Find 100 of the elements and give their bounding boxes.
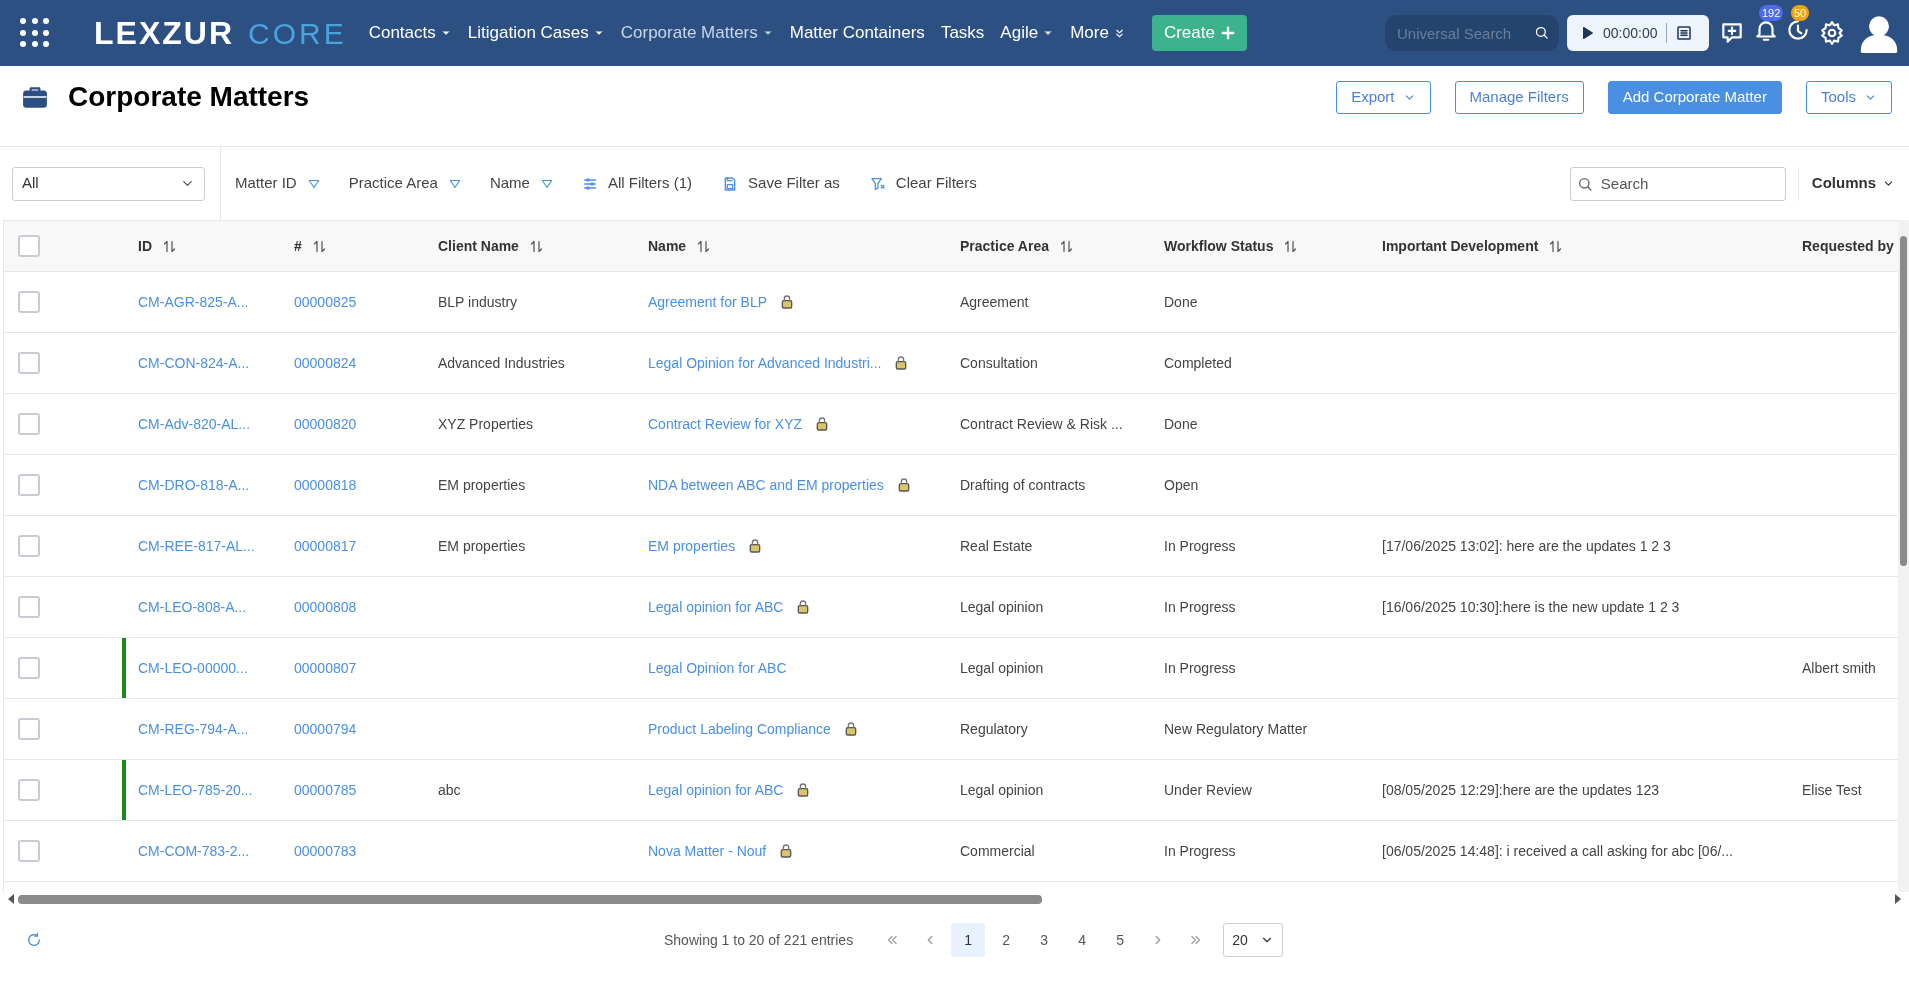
nav-menu-item[interactable]: Litigation Cases <box>459 20 613 46</box>
checkbox[interactable] <box>18 596 40 618</box>
matter-number-link[interactable]: 00000825 <box>294 293 357 310</box>
matter-id-link[interactable]: CM-LEO-785-20... <box>138 781 253 798</box>
column-header[interactable]: Workflow Status <box>1164 235 1274 257</box>
dropdown-button[interactable]: Tools <box>1805 80 1892 114</box>
apps-grid-icon[interactable] <box>20 18 50 48</box>
page-size-select[interactable]: 20 <box>1223 923 1284 957</box>
matter-number-link[interactable]: 00000783 <box>294 842 357 859</box>
sort-icon[interactable] <box>696 238 712 254</box>
universal-search-field[interactable]: Universal Search <box>1385 15 1559 51</box>
column-header[interactable]: Practice Area <box>960 235 1049 257</box>
column-header[interactable]: Important Development <box>1382 235 1539 257</box>
matter-name-link[interactable]: Nova Matter - Nouf <box>648 840 767 862</box>
matter-id-link[interactable]: CM-AGR-825-A... <box>138 293 249 310</box>
matter-name-link[interactable]: Legal opinion for ABC <box>648 596 784 618</box>
matter-id-link[interactable]: CM-LEO-808-A... <box>138 598 247 615</box>
matter-name-link[interactable]: Legal Opinion for Advanced Industri... <box>648 352 882 374</box>
matter-id-link[interactable]: CM-CON-824-A... <box>138 354 250 371</box>
table-cell: Consultation <box>960 354 1038 371</box>
vertical-scrollbar[interactable] <box>1898 220 1909 892</box>
filter-tool-button[interactable]: Clear Filters <box>869 172 977 195</box>
checkbox[interactable] <box>18 474 40 496</box>
add-button[interactable]: Add Corporate Matter <box>1607 80 1782 114</box>
page-button[interactable]: 3 <box>1027 923 1062 957</box>
nav-menu-item[interactable]: Agile <box>992 20 1063 46</box>
matter-number-link[interactable]: 00000794 <box>294 720 357 737</box>
filter-dropdown[interactable]: Matter ID <box>235 172 321 195</box>
matter-name-link[interactable]: Legal opinion for ABC <box>648 779 784 801</box>
column-header[interactable]: Requested by <box>1802 235 1894 257</box>
search-field[interactable]: Search <box>1569 166 1786 201</box>
matter-id-link[interactable]: CM-REE-817-AL... <box>138 537 255 554</box>
table-cell: Regulatory <box>960 720 1028 737</box>
sort-icon[interactable] <box>311 238 327 254</box>
columns-button[interactable]: Columns <box>1811 172 1895 195</box>
dropdown-button[interactable]: Export <box>1336 80 1431 114</box>
matter-name-link[interactable]: Agreement for BLP <box>648 291 768 313</box>
filters-button[interactable]: Manage Filters <box>1454 80 1584 114</box>
user-avatar-icon[interactable] <box>1859 13 1899 53</box>
matter-number-link[interactable]: 00000820 <box>294 415 357 432</box>
column-header[interactable]: # <box>294 235 302 257</box>
matter-number-link[interactable]: 00000808 <box>294 598 357 615</box>
checkbox[interactable] <box>18 657 40 679</box>
matter-id-link[interactable]: CM-DRO-818-A... <box>138 476 250 493</box>
checkbox[interactable] <box>18 413 40 435</box>
page-button[interactable]: 2 <box>989 923 1024 957</box>
sort-icon[interactable] <box>162 238 177 254</box>
matter-id-link[interactable]: CM-LEO-00000... <box>138 659 248 676</box>
sort-icon[interactable] <box>1283 238 1299 254</box>
view-select[interactable]: All <box>12 166 205 201</box>
checkbox[interactable] <box>18 840 40 862</box>
checkbox[interactable] <box>18 352 40 374</box>
nav-menu-item[interactable]: Contacts <box>360 20 460 46</box>
checkbox[interactable] <box>18 235 40 257</box>
nav-menu-item[interactable]: More <box>1062 20 1134 46</box>
settings-icon[interactable] <box>1819 20 1845 46</box>
matter-number-link[interactable]: 00000785 <box>294 781 357 798</box>
matter-name-link[interactable]: Product Labeling Compliance <box>648 718 831 740</box>
nav-menu-item[interactable]: Tasks <box>932 20 993 46</box>
checkbox[interactable] <box>18 779 40 801</box>
filter-dropdown[interactable]: Name <box>489 172 554 195</box>
matter-id-link[interactable]: CM-COM-783-2... <box>138 842 250 859</box>
matter-name-link[interactable]: EM properties <box>648 535 736 557</box>
matter-id-link[interactable]: CM-Adv-820-AL... <box>138 415 251 432</box>
table-cell: New Regulatory Matter <box>1164 720 1308 737</box>
column-header[interactable]: ID <box>138 235 152 257</box>
column-header[interactable]: Client Name <box>438 235 519 257</box>
matter-id-link[interactable]: CM-REG-794-A... <box>138 720 249 737</box>
sort-icon[interactable] <box>1548 238 1564 254</box>
chat-plus-icon[interactable] <box>1719 20 1745 46</box>
create-button[interactable]: Create <box>1151 15 1247 51</box>
matter-number-link[interactable]: 00000817 <box>294 537 357 554</box>
table-cell: abc <box>438 781 461 798</box>
horizontal-scrollbar[interactable] <box>8 892 1901 906</box>
list-icon[interactable] <box>1674 24 1693 42</box>
matter-name-link[interactable]: Legal Opinion for ABC <box>648 657 787 679</box>
nav-menu-item[interactable]: Corporate Matters <box>612 20 782 46</box>
checkbox[interactable] <box>18 535 40 557</box>
checkbox[interactable] <box>18 718 40 740</box>
table-cell: EM properties <box>438 537 526 554</box>
page-button[interactable]: 5 <box>1103 923 1138 957</box>
filter-dropdown[interactable]: Practice Area <box>348 172 462 195</box>
refresh-icon[interactable] <box>26 932 42 948</box>
checkbox[interactable] <box>18 291 40 313</box>
app-logo[interactable]: LEXZUR CORE <box>94 9 347 57</box>
nav-menu-item[interactable]: Matter Containers <box>781 20 933 46</box>
table-cell: Under Review <box>1164 781 1252 798</box>
matter-number-link[interactable]: 00000807 <box>294 659 357 676</box>
matter-name-link[interactable]: NDA between ABC and EM properties <box>648 474 884 496</box>
page-button[interactable]: 1 <box>951 923 986 957</box>
sort-icon[interactable] <box>1059 238 1074 254</box>
column-header[interactable]: Name <box>648 235 687 257</box>
filter-tool-button[interactable]: All Filters (1) <box>581 172 693 195</box>
table-cell: In Progress <box>1164 537 1236 554</box>
sort-icon[interactable] <box>528 238 544 254</box>
matter-number-link[interactable]: 00000824 <box>294 354 357 371</box>
matter-name-link[interactable]: Contract Review for XYZ <box>648 413 803 435</box>
page-button[interactable]: 4 <box>1065 923 1100 957</box>
matter-number-link[interactable]: 00000818 <box>294 476 357 493</box>
filter-tool-button[interactable]: Save Filter as <box>722 172 840 195</box>
